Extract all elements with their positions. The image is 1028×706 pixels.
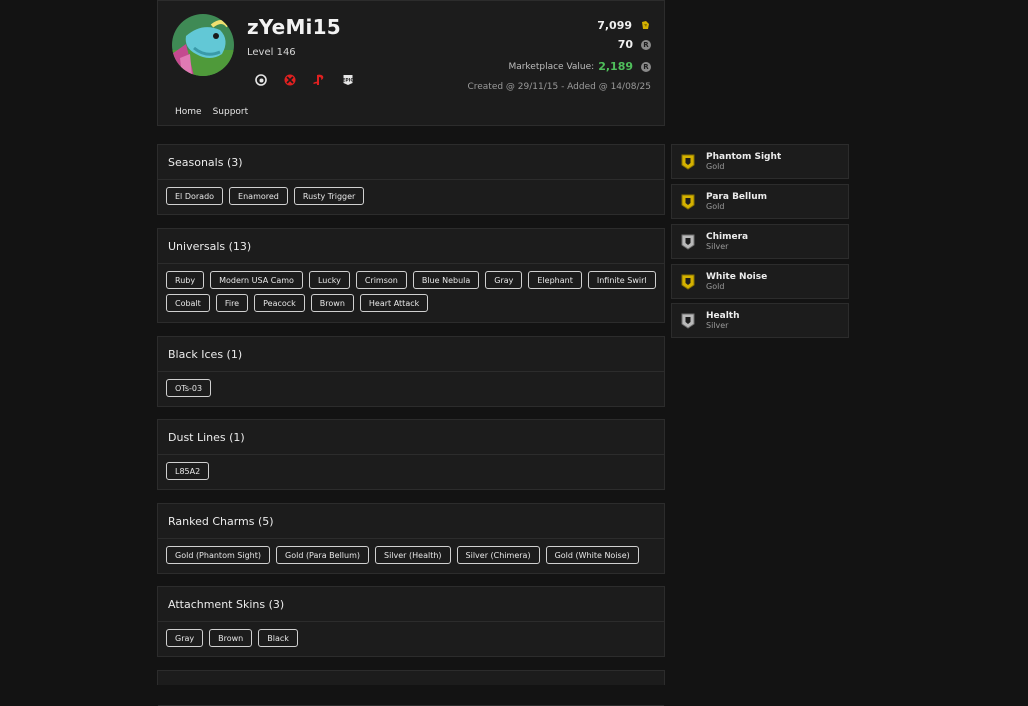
item-chip[interactable]: Silver (Chimera): [456, 546, 540, 564]
silver-rank-icon: [681, 313, 695, 329]
section-black-ices: Black Ices (1) OTs-03: [157, 336, 665, 407]
player-level: Level 146: [247, 47, 296, 58]
item-chip[interactable]: Rusty Trigger: [293, 187, 365, 205]
renown-icon: R: [641, 39, 651, 50]
username: zYeMi15: [247, 15, 341, 39]
marketplace-label: Marketplace Value:: [508, 61, 595, 72]
item-chip[interactable]: Elephant: [528, 271, 582, 289]
renown-stat: 70 R: [618, 38, 651, 51]
credits-icon: [640, 16, 651, 35]
section-title: Ranked Charms (5): [158, 504, 664, 539]
linked-platforms: EPIC: [254, 73, 355, 87]
item-chip[interactable]: Cobalt: [166, 294, 210, 312]
item-chip[interactable]: Gray: [166, 629, 204, 647]
item-chip[interactable]: Lucky: [308, 271, 350, 289]
section-seasonals: Seasonals (3) El Dorado Enamored Rusty T…: [157, 144, 665, 215]
section-cut-off: [157, 670, 665, 706]
rank-tier: Silver: [706, 242, 729, 251]
section-title: Universals (13): [158, 229, 664, 264]
profile-nav: Home Support: [175, 107, 248, 117]
nav-home[interactable]: Home: [175, 107, 202, 117]
item-chip[interactable]: Blue Nebula: [412, 271, 480, 289]
profile-header: zYeMi15 Level 146 EPIC 7,099 70 R Market…: [157, 0, 665, 126]
created-date: Created @ 29/11/15 - Added @ 14/08/25: [467, 82, 651, 92]
chip-list: L85A2: [158, 455, 664, 480]
section-title: Attachment Skins (3): [158, 587, 664, 622]
silver-rank-icon: [681, 234, 695, 250]
item-chip[interactable]: Brown: [209, 629, 253, 647]
section-dust-lines: Dust Lines (1) L85A2: [157, 419, 665, 490]
svg-text:EPIC: EPIC: [342, 78, 354, 84]
rank-tier: Gold: [706, 282, 725, 291]
item-chip[interactable]: Enamored: [229, 187, 288, 205]
rank-operator: Phantom Sight: [706, 152, 782, 162]
item-chip[interactable]: Brown: [310, 294, 354, 312]
section-title: [158, 671, 664, 706]
gold-rank-icon: [681, 154, 695, 170]
ubisoft-icon[interactable]: [254, 73, 268, 87]
rank-operator: Chimera: [706, 232, 749, 242]
chip-list: Gray Brown Black: [158, 622, 664, 647]
item-chip[interactable]: Infinite Swirl: [587, 271, 656, 289]
section-ranked-charms: Ranked Charms (5) Gold (Phantom Sight) G…: [157, 503, 665, 574]
rank-card[interactable]: Para Bellum Gold: [671, 184, 849, 219]
item-chip[interactable]: OTs-03: [166, 379, 212, 397]
item-chip[interactable]: Gold (Para Bellum): [276, 546, 369, 564]
item-chip[interactable]: Peacock: [254, 294, 305, 312]
avatar: [172, 14, 234, 76]
item-chip[interactable]: Gold (White Noise): [545, 546, 639, 564]
rank-tier: Gold: [706, 162, 725, 171]
xbox-icon[interactable]: [283, 73, 297, 87]
chip-list: OTs-03: [158, 372, 664, 397]
credits-stat: 7,099: [597, 16, 651, 35]
marketplace-value: Marketplace Value: 2,189 R: [508, 60, 651, 73]
item-chip[interactable]: Crimson: [355, 271, 407, 289]
nav-support[interactable]: Support: [213, 107, 249, 117]
rank-card[interactable]: Health Silver: [671, 303, 849, 338]
credits-value: 7,099: [597, 19, 632, 32]
item-chip[interactable]: Gray: [485, 271, 523, 289]
item-chip[interactable]: L85A2: [166, 462, 210, 480]
gold-rank-icon: [681, 194, 695, 210]
playstation-icon[interactable]: [312, 73, 326, 87]
section-title: Dust Lines (1): [158, 420, 664, 455]
item-chip[interactable]: El Dorado: [166, 187, 224, 205]
chip-list: Ruby Modern USA Camo Lucky Crimson Blue …: [158, 264, 664, 312]
epic-games-icon[interactable]: EPIC: [341, 73, 355, 87]
chip-list: Gold (Phantom Sight) Gold (Para Bellum) …: [158, 539, 664, 564]
rank-card[interactable]: Chimera Silver: [671, 224, 849, 259]
r6-credits-icon: R: [641, 61, 651, 72]
item-chip[interactable]: Ruby: [166, 271, 205, 289]
section-universals: Universals (13) Ruby Modern USA Camo Luc…: [157, 228, 665, 323]
item-chip[interactable]: Gold (Phantom Sight): [166, 546, 270, 564]
gold-rank-icon: [681, 274, 695, 290]
rank-operator: Para Bellum: [706, 192, 767, 202]
section-title: Black Ices (1): [158, 337, 664, 372]
section-title: Seasonals (3): [158, 145, 664, 180]
rank-operator: White Noise: [706, 272, 768, 282]
item-chip[interactable]: Silver (Health): [375, 546, 451, 564]
rank-tier: Gold: [706, 202, 725, 211]
rank-card[interactable]: White Noise Gold: [671, 264, 849, 299]
rank-tier: Silver: [706, 321, 729, 330]
rank-operator: Health: [706, 311, 740, 321]
rank-card[interactable]: Phantom Sight Gold: [671, 144, 849, 179]
item-chip[interactable]: Heart Attack: [359, 294, 429, 312]
item-chip[interactable]: Black: [258, 629, 298, 647]
marketplace-amount: 2,189: [598, 60, 633, 73]
item-chip[interactable]: Fire: [215, 294, 249, 312]
chip-list: El Dorado Enamored Rusty Trigger: [158, 180, 664, 205]
item-chip[interactable]: Modern USA Camo: [210, 271, 303, 289]
renown-value: 70: [617, 38, 633, 51]
section-attachment-skins: Attachment Skins (3) Gray Brown Black: [157, 586, 665, 657]
